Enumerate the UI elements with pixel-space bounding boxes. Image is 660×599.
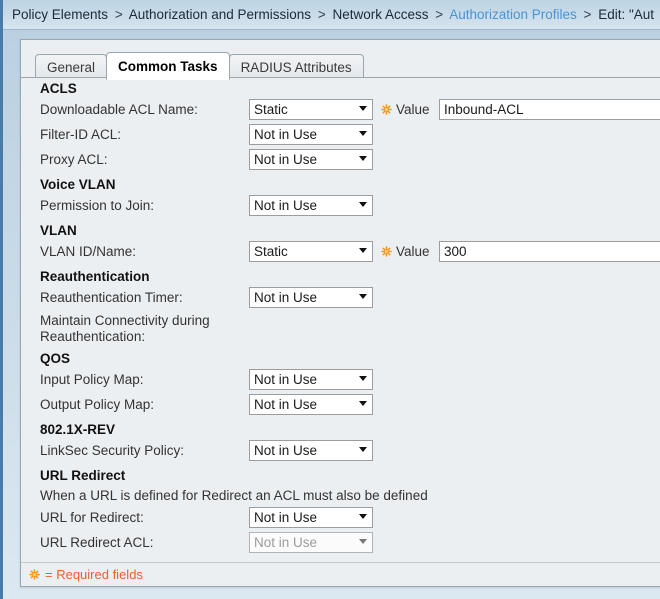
field-row-filter-id-acl: Filter-ID ACL: Not in Use (21, 124, 660, 149)
select-downloadable-acl-name[interactable]: Static (249, 99, 373, 120)
breadcrumb-separator: > (583, 7, 592, 22)
url-redirect-note: When a URL is defined for Redirect an AC… (40, 488, 428, 503)
breadcrumb-item-edit-profile: Edit: "Aut (598, 7, 655, 22)
select-linksec-security-policy-value: Not in Use (254, 443, 318, 458)
select-downloadable-acl-value-text: Inbound-ACL (444, 102, 524, 117)
chevron-down-icon (359, 248, 367, 253)
select-linksec-security-policy[interactable]: Not in Use (249, 440, 373, 461)
field-row-maintain-connectivity: Maintain Connectivity during Reauthentic… (21, 312, 660, 348)
field-row-url-for-redirect: URL for Redirect: Not in Use (21, 507, 660, 532)
section-heading-acls: ACLS (40, 81, 77, 96)
value-label-text-acl: Value (396, 102, 430, 117)
select-reauthentication-timer-value: Not in Use (254, 290, 318, 305)
section-heading-dot1x-rev: 802.1X-REV (40, 422, 116, 437)
required-fields-text: = Required fields (45, 567, 143, 582)
field-row-reauthentication-timer: Reauthentication Timer: Not in Use (21, 287, 660, 312)
label-permission-to-join: Permission to Join: (40, 198, 155, 213)
input-vlan-value[interactable] (439, 241, 660, 262)
select-input-policy-map[interactable]: Not in Use (249, 369, 373, 390)
chevron-down-icon (359, 131, 367, 136)
breadcrumb-item-authorization-and-permissions[interactable]: Authorization and Permissions (129, 7, 311, 22)
select-permission-to-join[interactable]: Not in Use (249, 195, 373, 216)
select-filter-id-acl-value: Not in Use (254, 127, 318, 142)
required-asterisk-icon (381, 246, 392, 257)
breadcrumb-item-network-access[interactable]: Network Access (332, 7, 428, 22)
field-row-proxy-acl: Proxy ACL: Not in Use (21, 149, 660, 174)
label-linksec-security-policy: LinkSec Security Policy: (40, 443, 185, 458)
chevron-down-icon (359, 447, 367, 452)
value-label-vlan: Value (381, 241, 430, 262)
chevron-down-icon (359, 106, 367, 111)
label-downloadable-acl-name: Downloadable ACL Name: (40, 102, 198, 117)
field-row-vlan-id-name: VLAN ID/Name: Static Value 300 (21, 241, 660, 266)
field-row-input-policy-map: Input Policy Map: Not in Use (21, 369, 660, 394)
value-label-downloadable-acl: Value (381, 99, 430, 120)
field-row-permission-to-join: Permission to Join: Not in Use (21, 195, 660, 220)
select-vlan-id-name[interactable]: Static (249, 241, 373, 262)
select-reauthentication-timer[interactable]: Not in Use (249, 287, 373, 308)
label-vlan-id-name: VLAN ID/Name: (40, 244, 137, 259)
section-heading-url-redirect: URL Redirect (40, 468, 126, 483)
common-tasks-form: ACLS Downloadable ACL Name: Static Value… (21, 78, 660, 568)
breadcrumb-separator: > (317, 7, 326, 22)
select-output-policy-map-value: Not in Use (254, 397, 318, 412)
required-asterisk-icon (29, 569, 40, 580)
label-url-for-redirect: URL for Redirect: (40, 510, 144, 525)
select-permission-to-join-value: Not in Use (254, 198, 318, 213)
chevron-down-icon (359, 514, 367, 519)
select-url-redirect-acl[interactable]: Not in Use (249, 532, 373, 553)
chevron-down-icon (359, 294, 367, 299)
breadcrumb-item-authorization-profiles[interactable]: Authorization Profiles (449, 7, 577, 22)
breadcrumb: Policy Elements > Authorization and Perm… (3, 0, 660, 30)
tab-bar: General Common Tasks RADIUS Attributes (21, 52, 660, 80)
label-input-policy-map: Input Policy Map: (40, 372, 144, 387)
field-row-output-policy-map: Output Policy Map: Not in Use (21, 394, 660, 419)
field-row-linksec-security-policy: LinkSec Security Policy: Not in Use (21, 440, 660, 465)
breadcrumb-item-policy-elements[interactable]: Policy Elements (12, 7, 108, 22)
label-filter-id-acl: Filter-ID ACL: (40, 127, 122, 142)
chevron-down-icon (359, 539, 367, 544)
section-heading-voice-vlan: Voice VLAN (40, 177, 116, 192)
breadcrumb-separator: > (114, 7, 123, 22)
select-vlan-id-name-value: Static (254, 244, 288, 259)
select-proxy-acl[interactable]: Not in Use (249, 149, 373, 170)
field-row-url-redirect-acl: URL Redirect ACL: Not in Use (21, 532, 660, 557)
select-url-for-redirect[interactable]: Not in Use (249, 507, 373, 528)
field-row-downloadable-acl-name: Downloadable ACL Name: Static Value Inbo… (21, 99, 660, 124)
label-output-policy-map: Output Policy Map: (40, 397, 155, 412)
select-input-policy-map-value: Not in Use (254, 372, 318, 387)
section-heading-reauthentication: Reauthentication (40, 269, 150, 284)
chevron-down-icon (359, 376, 367, 381)
value-label-text-vlan: Value (396, 244, 430, 259)
tab-general[interactable]: General (35, 54, 108, 80)
select-url-redirect-acl-value: Not in Use (254, 535, 318, 550)
select-downloadable-acl-value[interactable]: Inbound-ACL (439, 99, 660, 120)
ise-authorization-profile-window: Policy Elements > Authorization and Perm… (0, 0, 660, 599)
select-proxy-acl-value: Not in Use (254, 152, 318, 167)
label-reauthentication-timer: Reauthentication Timer: (40, 290, 183, 305)
chevron-down-icon (359, 202, 367, 207)
section-heading-qos: QOS (40, 351, 71, 366)
label-url-redirect-acl: URL Redirect ACL: (40, 535, 154, 550)
required-asterisk-icon (381, 104, 392, 115)
section-heading-vlan: VLAN (40, 223, 77, 238)
tab-common-tasks[interactable]: Common Tasks (106, 52, 230, 80)
label-proxy-acl: Proxy ACL: (40, 152, 108, 167)
select-filter-id-acl[interactable]: Not in Use (249, 124, 373, 145)
tab-radius-attributes[interactable]: RADIUS Attributes (228, 54, 364, 80)
label-maintain-connectivity: Maintain Connectivity during Reauthentic… (40, 313, 210, 344)
select-url-for-redirect-value: Not in Use (254, 510, 318, 525)
select-output-policy-map[interactable]: Not in Use (249, 394, 373, 415)
breadcrumb-separator: > (435, 7, 444, 22)
select-downloadable-acl-name-value: Static (254, 102, 288, 117)
chevron-down-icon (359, 401, 367, 406)
authorization-profile-panel: General Common Tasks RADIUS Attributes A… (20, 39, 660, 587)
chevron-down-icon (359, 156, 367, 161)
required-fields-footer: = Required fields (21, 562, 660, 586)
